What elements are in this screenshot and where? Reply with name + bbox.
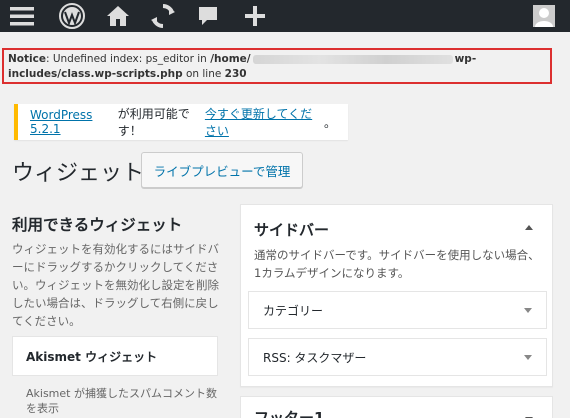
page-title: ウィジェット xyxy=(12,161,145,186)
update-nag: WordPress 5.2.1 が利用可能です！ 今すぐ更新してください。 xyxy=(14,104,348,140)
notice-text: : Undefined index: ps_editor in xyxy=(45,53,211,65)
footer1-title: フッター1 xyxy=(254,409,325,418)
widget-categories-label: カテゴリー xyxy=(263,303,324,318)
widget-akismet[interactable]: Akismet ウィジェット xyxy=(12,336,218,376)
notice-line-number: 230 xyxy=(224,68,247,80)
avatar[interactable] xyxy=(530,0,558,32)
available-widgets-title: 利用できるウィジェット xyxy=(12,216,183,234)
php-notice: Notice: Undefined index: ps_editor in /h… xyxy=(2,48,552,84)
available-widgets-description: ウィジェットを有効化するにはサイドバーにドラッグするかクリックしてください。ウィ… xyxy=(12,242,219,328)
home-icon[interactable] xyxy=(100,0,136,32)
widget-rss-label: RSS: タスクマザー xyxy=(263,350,367,365)
redacted-path xyxy=(252,54,453,64)
wordpress-logo-icon[interactable] xyxy=(54,0,90,32)
admin-bar xyxy=(0,0,570,32)
sidebar-description: 通常のサイドバーです。サイドバーを使用しない場合、1カラムデザインになります。 xyxy=(254,248,540,280)
collapse-arrow-icon[interactable] xyxy=(525,225,533,230)
expand-arrow-icon[interactable] xyxy=(524,308,532,313)
notice-line-text: on line xyxy=(182,68,225,80)
update-now-link[interactable]: 今すぐ更新してください xyxy=(205,105,324,139)
comments-icon[interactable] xyxy=(192,0,224,32)
version-link[interactable]: WordPress 5.2.1 xyxy=(30,108,118,136)
add-new-icon[interactable] xyxy=(238,0,272,32)
widget-akismet-description: Akismet が捕獲したスパムコメント数を表示 xyxy=(26,387,217,415)
expand-arrow-icon[interactable] xyxy=(524,355,532,360)
update-nag-end: 。 xyxy=(323,115,336,130)
sidebar-title[interactable]: サイドバー xyxy=(254,219,329,240)
live-preview-button[interactable]: ライブプレビューで管理 xyxy=(141,152,303,188)
widget-categories[interactable]: カテゴリー xyxy=(248,291,547,329)
notice-label: Notice xyxy=(8,53,46,65)
updates-icon[interactable] xyxy=(144,0,182,32)
widget-rss[interactable]: RSS: タスクマザー xyxy=(248,338,547,376)
notice-path-start: /home/ xyxy=(210,53,251,65)
update-nag-text: が利用可能です！ xyxy=(117,107,190,138)
sidebar-widget-area: サイドバー 通常のサイドバーです。サイドバーを使用しない場合、1カラムデザインに… xyxy=(240,204,553,387)
footer1-widget-area[interactable]: フッター1 xyxy=(240,396,553,418)
menu-icon[interactable] xyxy=(4,0,40,32)
